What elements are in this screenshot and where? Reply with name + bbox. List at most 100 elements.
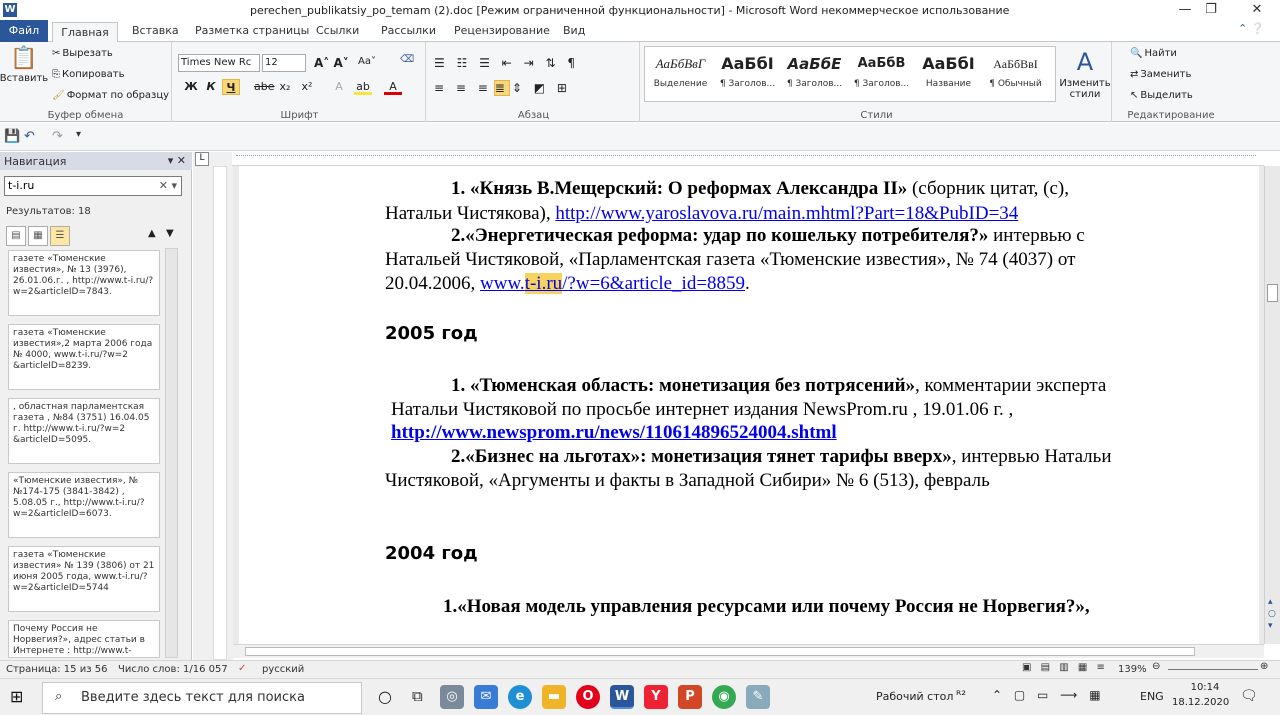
browse-object-icons[interactable]: ▴ ○ ▾ (1268, 596, 1276, 632)
search-result-card[interactable]: газете «Тюменские известия», № 13 (3976)… (8, 250, 160, 316)
style-heading-3[interactable]: АаБбВ ¶ Заголов... (848, 49, 915, 101)
italic-button[interactable]: К (202, 79, 220, 95)
clock-time[interactable]: 10:14 (1185, 682, 1225, 693)
list-buttons[interactable]: ☰ ☷ ☰ ⇤ ⇥ ⇅ ¶ (434, 56, 579, 70)
proofing-icon[interactable]: ✓ (238, 663, 246, 674)
zoom-level[interactable]: 139% (1118, 664, 1147, 675)
desktop-toolbar[interactable]: Рабочий стол (876, 690, 953, 703)
tab-selector[interactable]: L (195, 152, 209, 166)
font-name-select[interactable]: Times New Rc (178, 54, 260, 72)
clock-date[interactable]: 18.12.2020 (1172, 697, 1229, 708)
style-heading-1[interactable]: АаБбІ ¶ Заголов... (714, 49, 781, 101)
clear-format-icon[interactable]: ⌫ (400, 54, 414, 65)
style-emphasis[interactable]: АаБбВвГ Выделение (647, 49, 714, 101)
redo-icon[interactable]: ↷ (52, 129, 63, 144)
replace-button[interactable]: ⇄ Заменить (1130, 69, 1191, 80)
search-result-card[interactable]: , областная парламентская газета , №84 (… (8, 398, 160, 464)
link-t-i-ru[interactable]: www.t-i.ru/?w=6&article_id=8859 (480, 273, 745, 294)
notifications-icon[interactable]: 🗨 (1240, 688, 1258, 704)
find-button[interactable]: 🔍 Найти (1130, 48, 1177, 59)
clear-search-icon[interactable]: ✕ ▾ (159, 179, 177, 192)
misc-app-icon[interactable]: ✎ (746, 685, 770, 709)
taskbar-search-input[interactable]: ⌕ Введите здесь текст для поиска (42, 682, 362, 714)
format-painter-button[interactable]: 🖌 Формат по образцу (52, 90, 169, 101)
close-icon[interactable]: ✕ (1234, 0, 1280, 20)
yandex-icon[interactable]: Y (644, 685, 668, 709)
help-icon[interactable]: ⌃ ❔ (1238, 22, 1264, 35)
nav-search-input[interactable]: t-i.ru ✕ ▾ (4, 176, 182, 196)
style-heading-2[interactable]: АаБбЕ ¶ Заголов... (781, 49, 848, 101)
opera-icon[interactable]: O (576, 685, 600, 709)
view-buttons[interactable]: ▣ ▤ ▥ ▦ ≡ (1022, 662, 1118, 673)
change-case-button[interactable]: Aa˅ (358, 56, 376, 67)
tab-view[interactable]: Вид (563, 24, 585, 37)
cortana-icon[interactable]: ○ (378, 687, 392, 706)
vertical-scrollbar[interactable]: ▴ ○ ▾ (1264, 166, 1280, 644)
prev-result-icon[interactable]: ▲ (148, 228, 156, 239)
bold-button[interactable]: Ж (182, 79, 200, 95)
task-view-icon[interactable]: ⧉ (412, 687, 423, 705)
link-yaroslavova[interactable]: http://www.yaroslavova.ru/main.mhtml?Par… (555, 203, 1018, 224)
zoom-in-icon[interactable]: ⊕ (1260, 661, 1268, 672)
nav-headings-tab[interactable]: ▤ (6, 226, 26, 246)
search-result-card[interactable]: газета «Тюменские известия» № 139 (3806)… (8, 546, 160, 612)
grow-font-button[interactable]: A˄ A˅ (314, 56, 349, 70)
powerpoint-icon[interactable]: P (678, 685, 702, 709)
edge-icon[interactable]: e (508, 685, 532, 709)
horizontal-ruler (232, 152, 1264, 166)
zoom-slider[interactable] (1168, 669, 1258, 670)
cut-button[interactable]: ✂ Вырезать (52, 48, 113, 59)
search-result-card[interactable]: газета «Тюменские известия»,2 марта 2006… (8, 324, 160, 390)
copy-button[interactable]: ⎘ Копировать (52, 69, 124, 80)
nav-scrollbar[interactable] (165, 248, 178, 658)
paste-button[interactable]: 📋 Вставить (0, 46, 48, 84)
windows-start-icon[interactable]: ⊞ (10, 687, 23, 706)
tray-icons[interactable]: ⌃ ▢ ▭ ⟶ ▦ (992, 688, 1105, 702)
nav-results-tab[interactable]: ☰ (50, 226, 70, 246)
tab-home[interactable]: Главная (52, 22, 118, 43)
change-styles-button[interactable]: A Изменить стили (1059, 48, 1110, 100)
font-color-button[interactable]: A (384, 79, 402, 95)
horizontal-scrollbar[interactable] (233, 644, 1264, 658)
customize-toolbar-icon[interactable]: ▾ (76, 129, 81, 140)
app-icon-generic[interactable]: ◎ (440, 685, 464, 709)
tab-file[interactable]: Файл (0, 20, 48, 42)
tab-references[interactable]: Ссылки (316, 24, 359, 37)
tab-review[interactable]: Рецензирование (454, 24, 550, 37)
underline-button[interactable]: Ч (222, 79, 240, 95)
nav-pages-tab[interactable]: ▦ (28, 226, 48, 246)
font-size-select[interactable]: 12 (262, 54, 306, 72)
undo-icon[interactable]: ↶ (24, 129, 35, 144)
select-button[interactable]: ↖ Выделить (1130, 90, 1193, 101)
link-newsprom[interactable]: http://www.newsprom.ru/news/110614896524… (391, 422, 837, 443)
explorer-icon[interactable]: ▬ (542, 685, 566, 709)
align-buttons[interactable]: ≡ ≡ ≡ ≣ ⇕ ◩ ⊞ (434, 80, 571, 96)
close-nav-icon[interactable]: ▾ ✕ (168, 154, 186, 167)
mail-icon[interactable]: ✉ (474, 685, 498, 709)
superscript-button[interactable]: x² (298, 79, 316, 95)
save-icon[interactable]: 💾 (4, 129, 20, 144)
input-language[interactable]: ENG (1140, 690, 1164, 703)
language-indicator[interactable]: русский (262, 664, 304, 675)
hscroll-thumb[interactable] (245, 647, 1195, 656)
tab-page-layout[interactable]: Разметка страницы (195, 24, 309, 37)
page-indicator[interactable]: Страница: 15 из 56 (6, 664, 107, 675)
strikethrough-button[interactable]: abe (254, 79, 275, 95)
word-taskbar-icon[interactable]: W (610, 685, 634, 709)
word-count[interactable]: Число слов: 1/16 057 (118, 664, 228, 675)
restore-icon[interactable]: ❐ (1188, 0, 1234, 20)
search-result-card[interactable]: «Тюменские известия», № №174-175 (3841-3… (8, 472, 160, 538)
zoom-out-icon[interactable]: ⊖ (1152, 661, 1160, 672)
style-title[interactable]: АаБбІ Название (915, 49, 982, 101)
style-normal[interactable]: АаБбВвІ ¶ Обычный (982, 49, 1049, 101)
scroll-thumb[interactable] (1267, 284, 1278, 302)
text-effects-icon[interactable]: A (330, 79, 348, 95)
tab-mailings[interactable]: Рассылки (381, 24, 436, 37)
search-result-card[interactable]: Почему Россия не Норвегия?», адрес стать… (8, 620, 160, 658)
highlight-color-button[interactable]: ab (354, 79, 372, 95)
subscript-button[interactable]: x₂ (276, 79, 294, 95)
next-result-icon[interactable]: ▼ (166, 228, 174, 239)
people-icon[interactable]: ᴿ² (956, 688, 966, 702)
tab-insert[interactable]: Вставка (132, 24, 179, 37)
chrome-icon[interactable]: ◉ (712, 685, 736, 709)
